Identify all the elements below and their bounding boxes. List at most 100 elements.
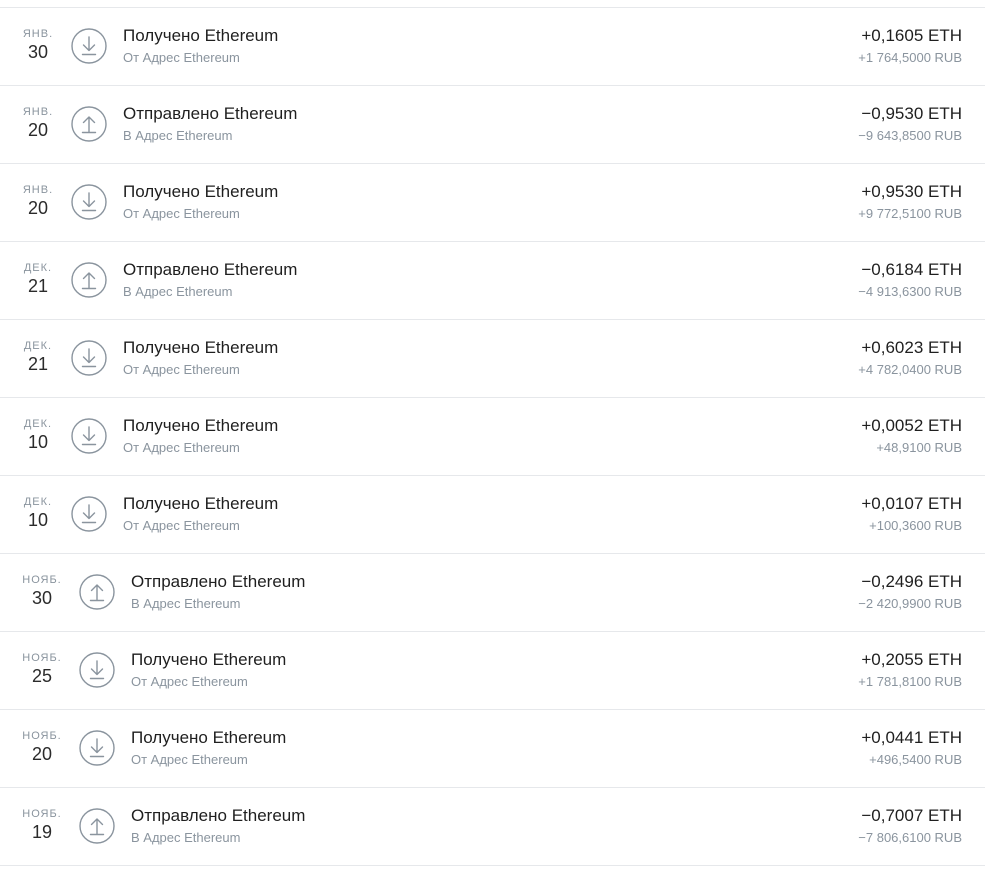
transaction-date-day: 30	[27, 42, 49, 62]
transaction-date: НОЯБ. 20	[22, 730, 62, 765]
transaction-date: ДЕК. 21	[18, 262, 58, 297]
arrow-down-icon	[71, 28, 107, 64]
transaction-title: Отправлено Ethereum	[131, 806, 306, 825]
transaction-title: Отправлено Ethereum	[131, 572, 306, 591]
arrow-up-icon	[79, 808, 115, 844]
transaction-counterparty: От Адрес Ethereum	[123, 50, 240, 65]
transaction-counterparty: От Адрес Ethereum	[123, 518, 240, 533]
transaction-amount: +0,0052 ETH	[861, 416, 962, 435]
transaction-date-day: 25	[31, 666, 53, 686]
transaction-title: Получено Ethereum	[123, 182, 279, 201]
arrow-up-icon	[71, 262, 107, 298]
transaction-date-month: ДЕК.	[23, 418, 53, 430]
transaction-date-month: ЯНВ.	[22, 184, 54, 196]
transaction-date: ЯНВ. 30	[18, 28, 58, 63]
transaction-row[interactable]: НОЯБ. 19 Отправлено Ethereum В Адрес Ethere…	[0, 788, 985, 866]
arrow-up-icon	[79, 574, 115, 610]
transaction-amount: −0,2496 ETH	[861, 572, 962, 591]
transaction-fiat-amount: +4 782,0400 RUB	[858, 362, 962, 377]
arrow-up-icon	[71, 106, 107, 142]
transaction-amount: +0,6023 ETH	[861, 338, 962, 357]
transaction-amount: −0,9530 ETH	[861, 104, 962, 123]
transaction-amount: −0,7007 ETH	[861, 806, 962, 825]
arrow-down-icon	[79, 730, 115, 766]
transaction-date-day: 20	[27, 120, 49, 140]
transaction-counterparty: От Адрес Ethereum	[131, 752, 248, 767]
transaction-date: ЯНВ. 20	[18, 184, 58, 219]
transaction-title: Получено Ethereum	[123, 26, 279, 45]
transaction-row[interactable]: ДЕК. 21 Получено Ethereum От Адрес Ethereum…	[0, 320, 985, 398]
transaction-title: Получено Ethereum	[131, 728, 287, 747]
transaction-fiat-amount: +496,5400 RUB	[869, 752, 962, 767]
transaction-title: Отправлено Ethereum	[123, 260, 298, 279]
transaction-row[interactable]: ЯНВ. 20 Отправлено Ethereum В Адрес Ethereu…	[0, 86, 985, 164]
transaction-counterparty: В Адрес Ethereum	[131, 596, 241, 611]
transaction-date-month: НОЯБ.	[22, 574, 62, 586]
transaction-date: НОЯБ. 19	[22, 808, 62, 843]
transaction-fiat-amount: +100,3600 RUB	[869, 518, 962, 533]
transaction-row[interactable]: ДЕК. 10 Получено Ethereum От Адрес Ethereum…	[0, 398, 985, 476]
transaction-date-day: 10	[27, 432, 49, 452]
transaction-date: ДЕК. 21	[18, 340, 58, 375]
transaction-fiat-amount: +48,9100 RUB	[876, 440, 962, 455]
transaction-fiat-amount: −2 420,9900 RUB	[858, 596, 962, 611]
transaction-date: НОЯБ. 30	[22, 574, 62, 609]
transaction-fiat-amount: +1 781,8100 RUB	[858, 674, 962, 689]
transaction-date: ДЕК. 10	[18, 418, 58, 453]
transaction-counterparty: От Адрес Ethereum	[123, 440, 240, 455]
transaction-title: Отправлено Ethereum	[123, 104, 298, 123]
transaction-date-day: 20	[31, 744, 53, 764]
transaction-title: Получено Ethereum	[131, 650, 287, 669]
transaction-row[interactable]: ДЕК. 10 Получено Ethereum От Адрес Ethereum…	[0, 476, 985, 554]
transaction-date-day: 10	[27, 510, 49, 530]
transaction-row[interactable]: НОЯБ. 20 Получено Ethereum От Адрес Ethereu…	[0, 710, 985, 788]
arrow-down-icon	[71, 184, 107, 220]
arrow-down-icon	[71, 496, 107, 532]
transaction-row[interactable]: ЯНВ. 30 Получено Ethereum От Адрес Ethereum…	[0, 8, 985, 86]
transaction-row[interactable]: ЯНВ. 20 Получено Ethereum От Адрес Ethereum…	[0, 164, 985, 242]
transaction-amount: +0,9530 ETH	[861, 182, 962, 201]
transaction-date: ДЕК. 10	[18, 496, 58, 531]
transaction-row[interactable]: ДЕК. 21 Отправлено Ethereum В Адрес Ethereu…	[0, 242, 985, 320]
transaction-date-month: ЯНВ.	[22, 106, 54, 118]
arrow-down-icon	[71, 418, 107, 454]
transaction-date-month: НОЯБ.	[22, 730, 62, 742]
transaction-fiat-amount: +1 764,5000 RUB	[858, 50, 962, 65]
transaction-date-day: 21	[27, 354, 49, 374]
transaction-counterparty: В Адрес Ethereum	[123, 284, 233, 299]
transaction-date-month: ДЕК.	[23, 262, 53, 274]
transaction-fiat-amount: −4 913,6300 RUB	[858, 284, 962, 299]
transaction-counterparty: В Адрес Ethereum	[123, 128, 233, 143]
transaction-row[interactable]: НОЯБ. 30 Отправлено Ethereum В Адрес Ethere…	[0, 554, 985, 632]
transaction-date: НОЯБ. 25	[22, 652, 62, 687]
transaction-fiat-amount: −9 643,8500 RUB	[858, 128, 962, 143]
transaction-list: ЯНВ. 30 Получено Ethereum От Адрес Ethereum…	[0, 0, 985, 872]
transaction-counterparty: От Адрес Ethereum	[123, 362, 240, 377]
transaction-amount: +0,0107 ETH	[861, 494, 962, 513]
transaction-fiat-amount: −7 806,6100 RUB	[858, 830, 962, 845]
transaction-date: ЯНВ. 20	[18, 106, 58, 141]
arrow-down-icon	[71, 340, 107, 376]
transaction-counterparty: В Адрес Ethereum	[131, 830, 241, 845]
transaction-date-day: 30	[31, 588, 53, 608]
transaction-date-month: ДЕК.	[23, 340, 53, 352]
transaction-row[interactable]: НОЯБ. 25 Получено Ethereum От Адрес Ethereu…	[0, 632, 985, 710]
transaction-date-day: 21	[27, 276, 49, 296]
transaction-date-month: НОЯБ.	[22, 652, 62, 664]
transaction-amount: +0,2055 ETH	[861, 650, 962, 669]
transaction-amount: +0,0441 ETH	[861, 728, 962, 747]
transaction-counterparty: От Адрес Ethereum	[123, 206, 240, 221]
transaction-date-month: НОЯБ.	[22, 808, 62, 820]
transaction-amount: −0,6184 ETH	[861, 260, 962, 279]
transaction-title: Получено Ethereum	[123, 494, 279, 513]
transaction-date-day: 20	[27, 198, 49, 218]
transaction-fiat-amount: +9 772,5100 RUB	[858, 206, 962, 221]
transaction-title: Получено Ethereum	[123, 416, 279, 435]
transaction-date-month: ЯНВ.	[22, 28, 54, 40]
transaction-amount: +0,1605 ETH	[861, 26, 962, 45]
transaction-date-day: 19	[31, 822, 53, 842]
transaction-counterparty: От Адрес Ethereum	[131, 674, 248, 689]
transaction-date-month: ДЕК.	[23, 496, 53, 508]
arrow-down-icon	[79, 652, 115, 688]
transaction-title: Получено Ethereum	[123, 338, 279, 357]
